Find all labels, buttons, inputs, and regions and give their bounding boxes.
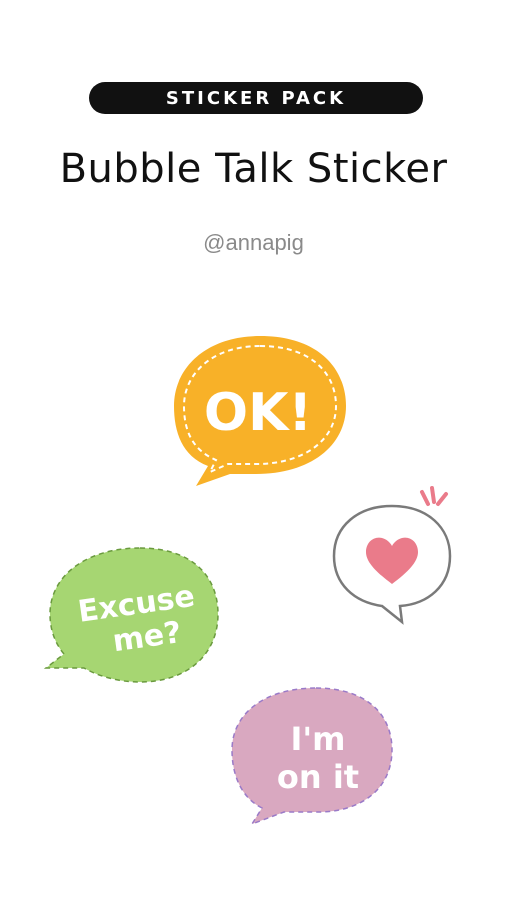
onit-text-line1: I'm [290,720,345,758]
ok-sticker[interactable]: OK! [170,334,350,494]
excuse-me-sticker[interactable]: Excuse me? [43,544,224,692]
sticker-pack-label: STICKER PACK [165,87,347,109]
author-handle: @annapig [203,230,304,255]
pack-title: Bubble Talk Sticker [59,146,448,192]
on-it-sticker[interactable]: I'm on it [226,684,398,826]
ok-text: OK! [204,383,312,443]
heart-sticker[interactable] [328,482,458,627]
onit-text-line2: on it [277,758,359,796]
sparkle-icon [420,486,448,506]
sticker-pack-badge: STICKER PACK [89,82,423,114]
